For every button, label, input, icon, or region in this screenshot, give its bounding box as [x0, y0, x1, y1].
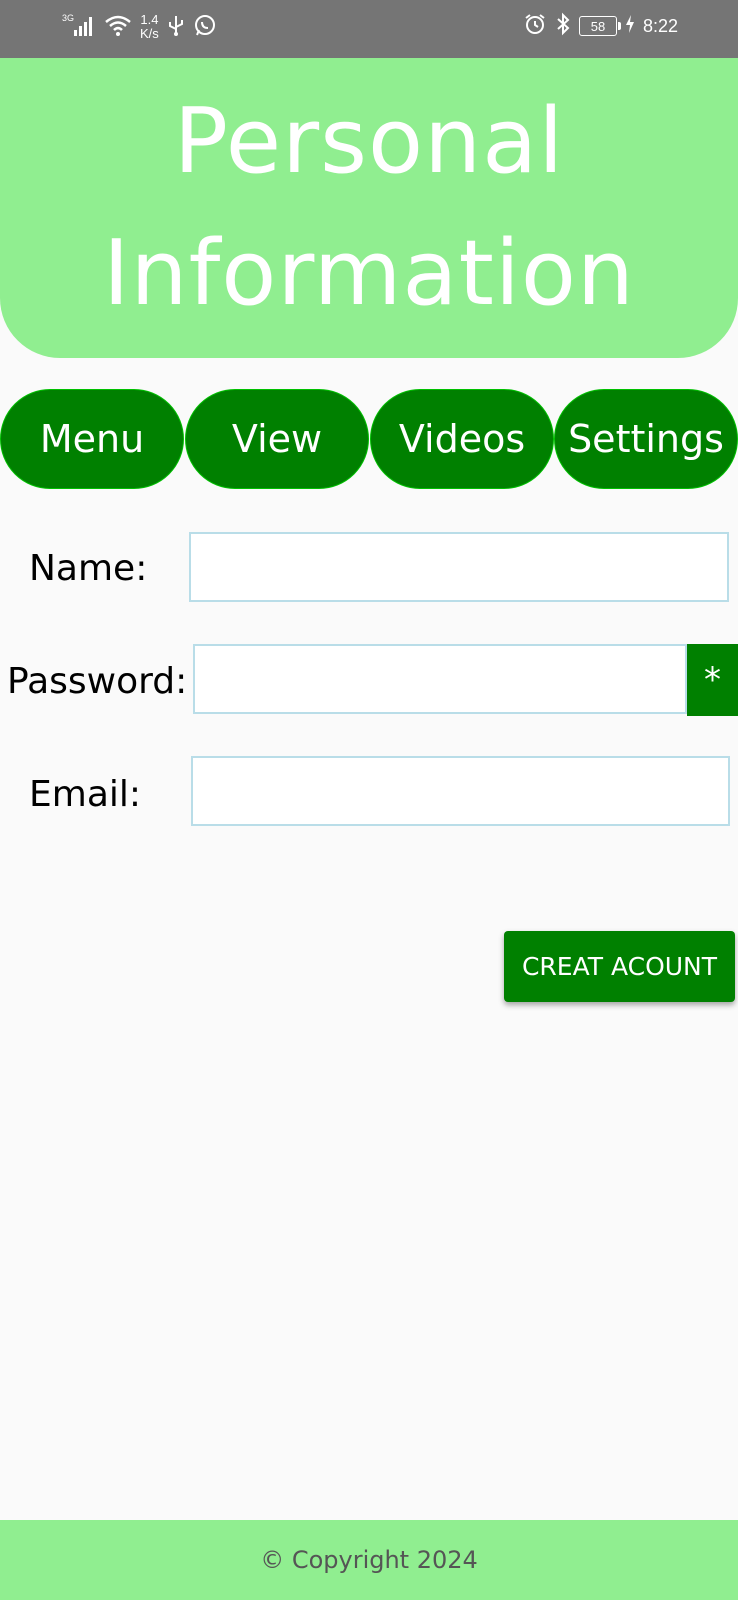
name-label: Name:: [29, 548, 148, 589]
password-field-box: [193, 644, 687, 714]
password-toggle-button[interactable]: *: [687, 644, 738, 716]
footer: © Copyright 2024: [0, 1520, 738, 1600]
password-input[interactable]: [195, 646, 685, 712]
clock: 8:22: [642, 15, 678, 36]
email-label: Email:: [29, 774, 142, 815]
status-left: 3G 1.4 K/s: [62, 12, 217, 42]
page-title: Personal Information: [103, 76, 635, 340]
password-label: Password:: [7, 661, 188, 702]
title-line-1: Personal: [173, 89, 565, 194]
name-input[interactable]: [191, 534, 727, 600]
alarm-icon: [523, 12, 547, 40]
charging-icon: [625, 14, 635, 38]
nav-videos-button[interactable]: Videos: [370, 389, 554, 489]
nav-menu-button[interactable]: Menu: [0, 389, 184, 489]
nav-bar: Menu View Videos Settings: [0, 389, 738, 489]
wifi-icon: [104, 13, 132, 41]
signal-label: 3G: [62, 13, 74, 23]
title-line-2: Information: [103, 221, 635, 326]
page-header: Personal Information: [0, 58, 738, 358]
name-field-box: [189, 532, 729, 602]
email-input[interactable]: [193, 758, 728, 824]
signal-icon: 3G: [62, 12, 96, 42]
nav-settings-button[interactable]: Settings: [554, 389, 738, 489]
nav-view-button[interactable]: View: [185, 389, 369, 489]
status-right: 58 8:22: [523, 12, 678, 40]
net-speed: 1.4 K/s: [140, 13, 159, 41]
create-account-button[interactable]: CREAT ACOUNT: [504, 931, 735, 1002]
battery-icon: 58: [578, 16, 621, 36]
status-bar: 3G 1.4 K/s 58 8:22: [0, 0, 738, 58]
net-speed-value: 1.4: [140, 12, 159, 27]
email-field-box: [191, 756, 730, 826]
whatsapp-icon: [193, 13, 217, 41]
copyright-text: © Copyright 2024: [260, 1546, 478, 1574]
bluetooth-icon: [555, 12, 571, 40]
net-speed-unit: K/s: [140, 26, 159, 41]
usb-icon: [167, 13, 185, 41]
battery-level: 58: [590, 18, 606, 34]
